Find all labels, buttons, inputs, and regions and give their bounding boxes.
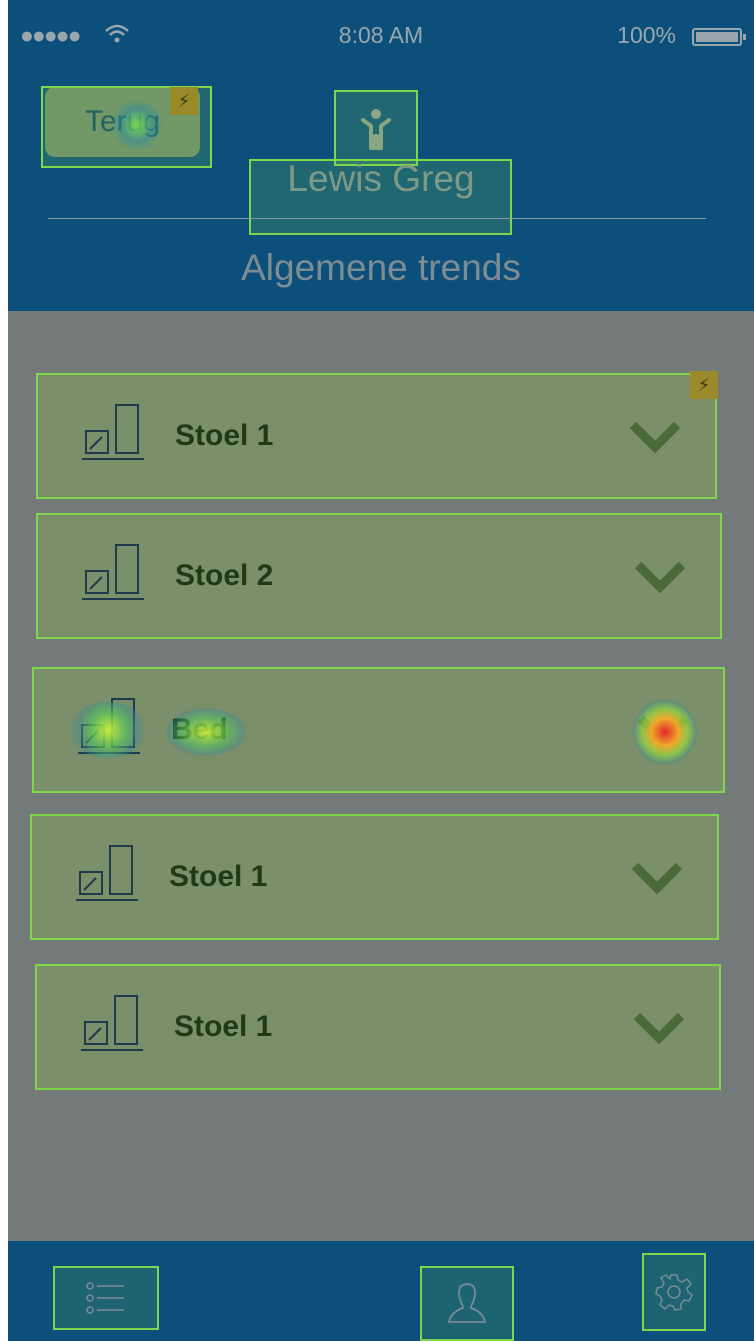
- chevron-down-icon[interactable]: [629, 417, 681, 457]
- tab-settings[interactable]: [642, 1253, 706, 1331]
- page-title: Algemene trends: [241, 247, 521, 288]
- list-item[interactable]: Stoel 1: [36, 373, 717, 499]
- status-bar: ●●●●● 8:08 AM 100%: [8, 20, 754, 52]
- battery-percent: 100%: [617, 22, 676, 48]
- chevron-down-icon[interactable]: [637, 711, 689, 751]
- bolt-icon: ⚡: [170, 87, 198, 115]
- chevron-down-icon[interactable]: [633, 1008, 685, 1048]
- tab-profile[interactable]: [420, 1266, 514, 1341]
- chevron-down-icon[interactable]: [634, 557, 686, 597]
- bolt-icon: ⚡: [690, 371, 718, 399]
- profile-highlight: [334, 90, 418, 166]
- tab-bar: [8, 1241, 754, 1341]
- header-divider: [48, 218, 706, 219]
- tab-menu[interactable]: [53, 1266, 159, 1330]
- item-label: Bed: [171, 713, 228, 746]
- list-item[interactable]: Stoel 2: [36, 513, 722, 639]
- chart-bar-icon: [82, 544, 144, 600]
- item-label: Stoel 2: [175, 559, 274, 592]
- item-label: Stoel 1: [169, 860, 268, 893]
- list-item[interactable]: Stoel 1: [35, 964, 721, 1090]
- gear-icon: [655, 1274, 693, 1311]
- header: ●●●●● 8:08 AM 100% Terug ⚡ Lewis Greg Al…: [8, 0, 754, 311]
- chart-bar-icon: [76, 845, 138, 901]
- list-item[interactable]: Stoel 1: [30, 814, 719, 940]
- list-item[interactable]: Bed: [32, 667, 725, 793]
- battery-icon: [692, 28, 746, 46]
- item-label: Stoel 1: [174, 1010, 273, 1043]
- app-screen: ●●●●● 8:08 AM 100% Terug ⚡ Lewis Greg Al…: [8, 0, 754, 1341]
- name-highlight: [249, 159, 512, 235]
- list-icon: [86, 1282, 124, 1314]
- chart-bar-icon: [81, 995, 143, 1051]
- chart-bar-icon: [78, 698, 140, 754]
- user-icon: [447, 1282, 487, 1323]
- chart-bar-icon: [82, 404, 144, 460]
- item-label: Stoel 1: [175, 419, 274, 452]
- chevron-down-icon[interactable]: [631, 858, 683, 898]
